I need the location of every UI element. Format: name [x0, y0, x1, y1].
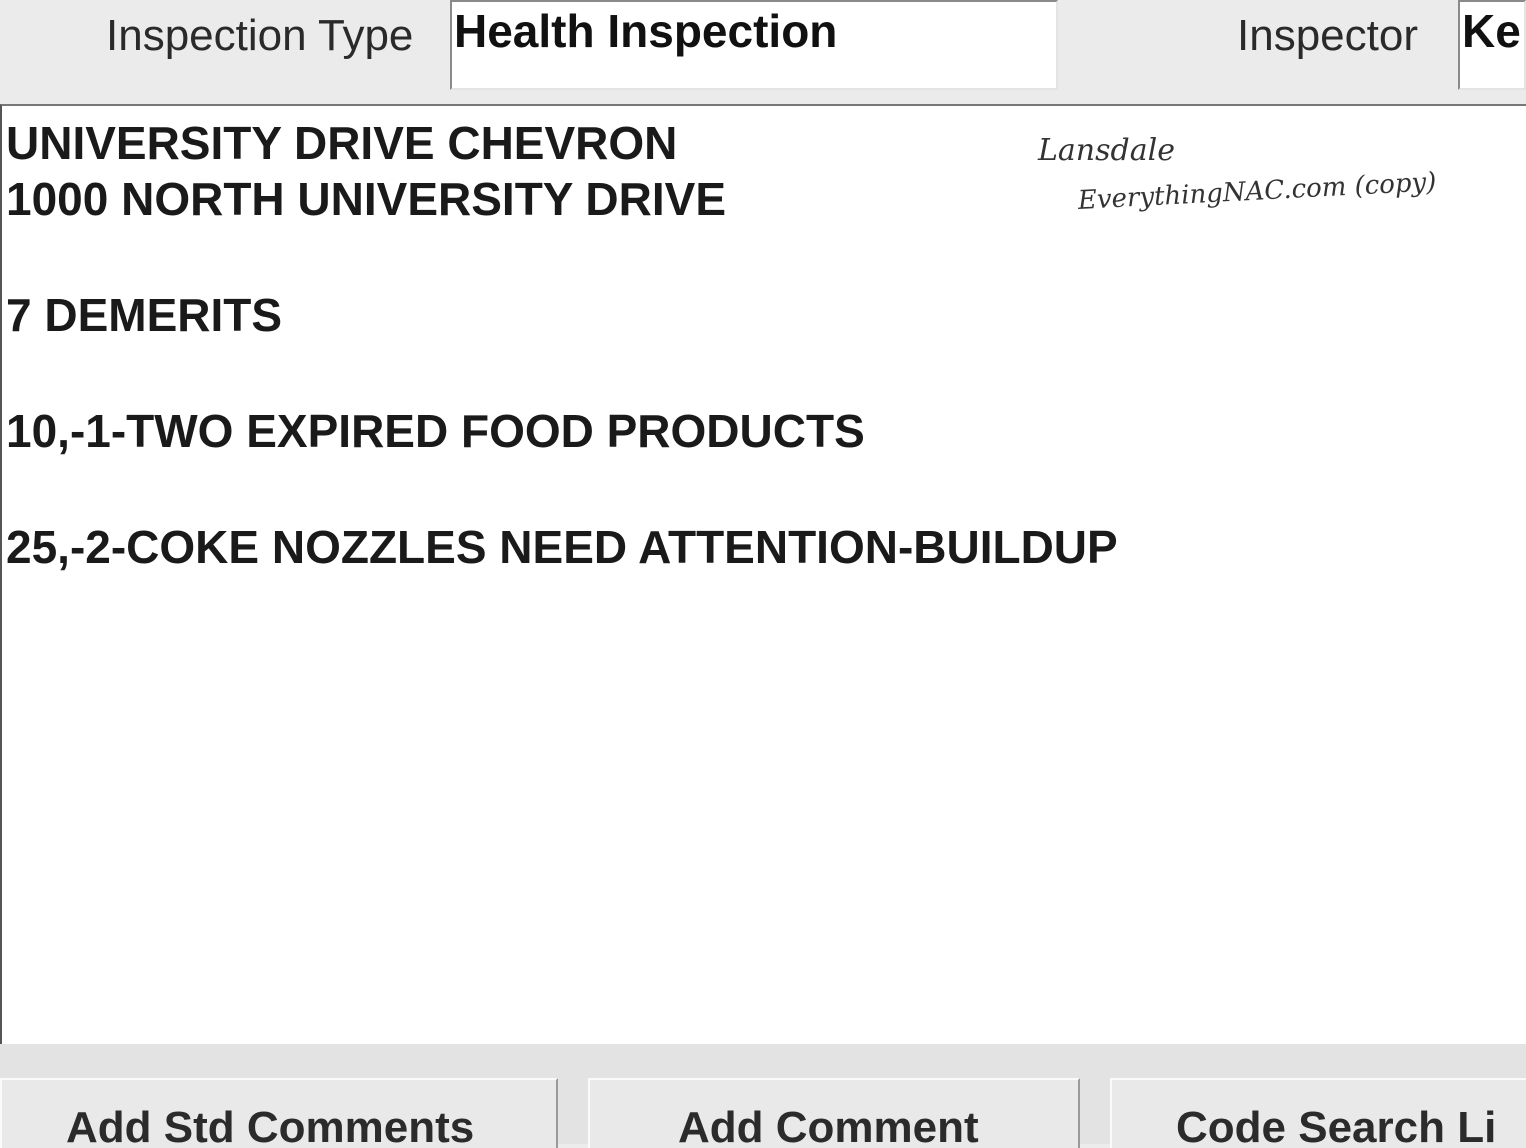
add-comment-button[interactable]: Add Comment: [588, 1078, 1080, 1148]
button-bar: Add Std Comments Add Comment Code Search…: [0, 1044, 1526, 1148]
comment-line-business-name: UNIVERSITY DRIVE CHEVRON: [6, 117, 678, 169]
inspection-type-field[interactable]: Health Inspection: [450, 0, 1058, 90]
inspector-field[interactable]: Ke: [1458, 0, 1526, 90]
code-search-label: Code Search Li: [1176, 1103, 1497, 1148]
comment-line-demerits: 7 DEMERITS: [6, 289, 283, 341]
handwritten-note-line2: EverythingNAC.com (copy): [1077, 167, 1438, 216]
code-search-button[interactable]: Code Search Li: [1110, 1078, 1526, 1148]
add-comment-label: Add Comment: [678, 1103, 979, 1148]
inspector-value: Ke: [1462, 5, 1521, 57]
comments-textarea[interactable]: UNIVERSITY DRIVE CHEVRON 1000 NORTH UNIV…: [0, 104, 1526, 1044]
inspection-type-label: Inspection Type: [106, 11, 414, 60]
add-std-comments-button[interactable]: Add Std Comments: [0, 1078, 558, 1148]
inspector-label: Inspector: [1237, 11, 1418, 60]
handwritten-note-line1: Lansdale: [1038, 133, 1175, 168]
comment-line-violation-1: 10,-1-TWO EXPIRED FOOD PRODUCTS: [6, 405, 865, 457]
add-std-comments-label: Add Std Comments: [66, 1103, 475, 1148]
header-bar: Inspection Type Health Inspection Inspec…: [0, 0, 1526, 104]
comment-line-address: 1000 NORTH UNIVERSITY DRIVE: [6, 173, 727, 225]
comment-line-violation-2: 25,-2-COKE NOZZLES NEED ATTENTION-BUILDU…: [6, 521, 1118, 573]
inspection-type-value: Health Inspection: [454, 5, 838, 57]
